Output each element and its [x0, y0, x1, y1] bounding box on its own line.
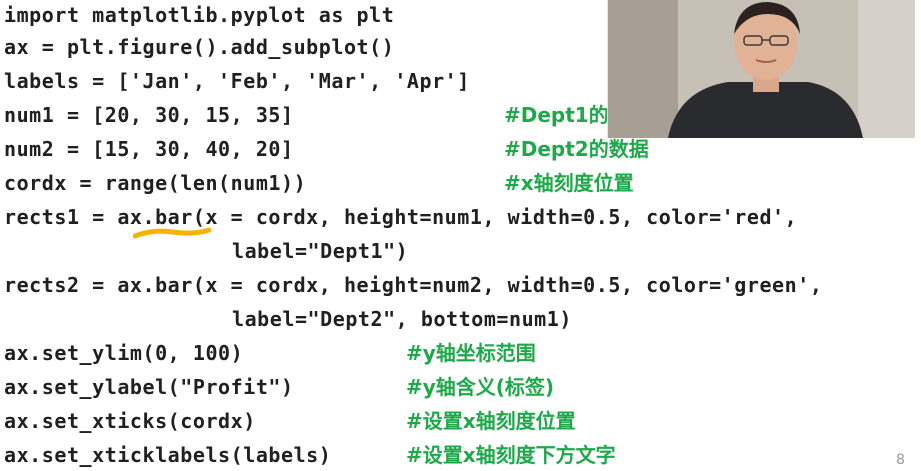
- comment-xticklabels: #设置x轴刻度下方文字: [406, 443, 616, 467]
- code-line-labels: labels = ['Jan', 'Feb', 'Mar', 'Apr']: [4, 69, 470, 93]
- code-line-rects1-cont: label="Dept1"): [232, 239, 409, 263]
- comment-ylabel: #y轴含义(标签): [406, 375, 555, 399]
- code-line-xticks: ax.set_xticks(cordx): [4, 409, 256, 433]
- code-line-num2: num2 = [15, 30, 40, 20]: [4, 137, 294, 161]
- webcam-video: [607, 0, 915, 138]
- code-line-ax: ax = plt.figure().add_subplot(): [4, 35, 395, 59]
- code-line-ylim: ax.set_ylim(0, 100): [4, 341, 244, 365]
- code-line-rects1: rects1 = ax.bar(x = cordx, height=num1, …: [4, 205, 798, 229]
- code-line-cordx: cordx = range(len(num1)): [4, 171, 307, 195]
- code-line-xticklabels: ax.set_xticklabels(labels): [4, 443, 332, 467]
- code-line-num1: num1 = [20, 30, 15, 35]: [4, 103, 294, 127]
- code-line-import: import matplotlib.pyplot as plt: [4, 3, 395, 27]
- highlight-underline: [133, 227, 211, 239]
- code-line-rects2-cont: label="Dept2", bottom=num1): [232, 307, 572, 331]
- comment-dept1: #Dept1的: [504, 103, 609, 127]
- code-line-rects2: rects2 = ax.bar(x = cordx, height=num2, …: [4, 273, 823, 297]
- comment-xticks: #设置x轴刻度位置: [406, 409, 576, 433]
- comment-ylim: #y轴坐标范围: [406, 341, 536, 365]
- comment-dept2: #Dept2的数据: [504, 137, 649, 161]
- code-line-ylabel: ax.set_ylabel("Profit"): [4, 375, 294, 399]
- presenter-video-frame: [608, 0, 915, 138]
- comment-xpos: #x轴刻度位置: [504, 171, 634, 195]
- page-number: 8: [896, 452, 905, 468]
